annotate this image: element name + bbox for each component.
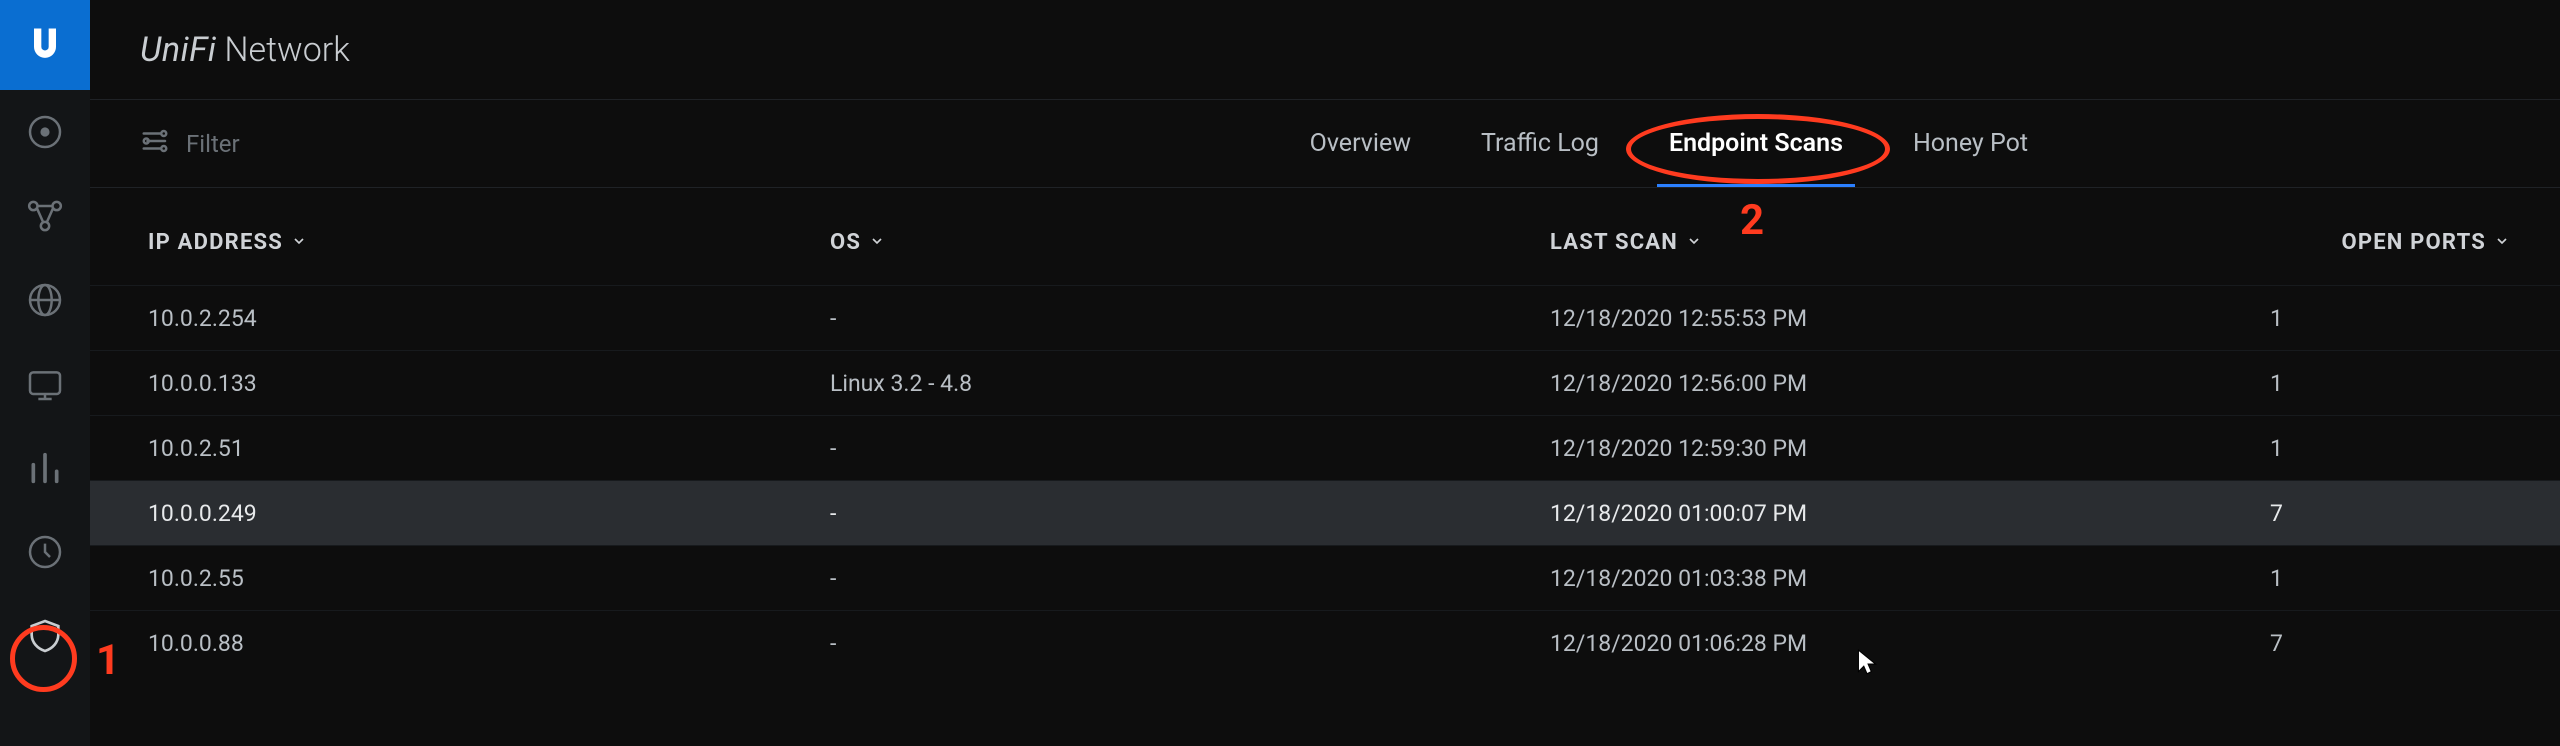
chevron-down-icon (1686, 230, 1702, 255)
devices-icon[interactable] (0, 342, 90, 426)
chevron-down-icon (869, 230, 885, 255)
col-header-last-label: LAST SCAN (1550, 230, 1678, 255)
filter-button[interactable]: Filter (140, 126, 240, 162)
filter-icon (140, 126, 170, 162)
tabs: Overview Traffic Log Endpoint Scans Hone… (1310, 101, 2028, 186)
cell-ip: 10.0.0.249 (140, 500, 830, 527)
table-row[interactable]: 10.0.2.254-12/18/2020 12:55:53 PM1 (90, 285, 2560, 350)
col-header-os[interactable]: OS (830, 230, 1550, 255)
col-header-ip-label: IP ADDRESS (148, 230, 283, 255)
cell-last-scan: 12/18/2020 01:03:38 PM (1550, 565, 2270, 592)
table-row[interactable]: 10.0.2.55-12/18/2020 01:03:38 PM1 (90, 545, 2560, 610)
activity-icon[interactable] (0, 510, 90, 594)
table-row[interactable]: 10.0.2.51-12/18/2020 12:59:30 PM1 (90, 415, 2560, 480)
cell-ip: 10.0.0.88 (140, 630, 830, 657)
cell-open-ports: 7 (2270, 500, 2510, 527)
table-row[interactable]: 10.0.0.88-12/18/2020 01:06:28 PM7 (90, 610, 2560, 675)
cell-os: - (830, 500, 1550, 527)
table: IP ADDRESS OS LAST SCAN OPEN PORTS (90, 188, 2560, 746)
brand: UniFi Network (140, 30, 350, 70)
cell-ip: 10.0.0.133 (140, 370, 830, 397)
cell-ip: 10.0.2.51 (140, 435, 830, 462)
table-body: 10.0.2.254-12/18/2020 12:55:53 PM110.0.0… (90, 285, 2560, 675)
topology-icon[interactable] (0, 174, 90, 258)
brand-name: UniFi (140, 30, 216, 70)
sidebar (0, 0, 90, 746)
cell-os: - (830, 435, 1550, 462)
tab-honey-pot[interactable]: Honey Pot (1913, 101, 2028, 186)
dashboard-icon[interactable] (0, 90, 90, 174)
cell-last-scan: 12/18/2020 12:59:30 PM (1550, 435, 2270, 462)
tab-endpoint-scans[interactable]: Endpoint Scans (1669, 101, 1843, 186)
unifi-logo[interactable] (0, 0, 90, 90)
table-row[interactable]: 10.0.0.133Linux 3.2 - 4.812/18/2020 12:5… (90, 350, 2560, 415)
main-content: UniFi Network Filter Overview Traffic Lo… (90, 0, 2560, 746)
cell-open-ports: 7 (2270, 630, 2510, 657)
threat-shield-icon[interactable] (0, 594, 90, 678)
stats-icon[interactable] (0, 426, 90, 510)
cell-os: - (830, 305, 1550, 332)
cell-os: - (830, 630, 1550, 657)
cell-open-ports: 1 (2270, 435, 2510, 462)
col-header-ip[interactable]: IP ADDRESS (140, 230, 830, 255)
cell-last-scan: 12/18/2020 01:00:07 PM (1550, 500, 2270, 527)
cell-last-scan: 12/18/2020 12:56:00 PM (1550, 370, 2270, 397)
table-header: IP ADDRESS OS LAST SCAN OPEN PORTS (90, 188, 2560, 285)
subheader: Filter Overview Traffic Log Endpoint Sca… (90, 100, 2560, 188)
tab-overview[interactable]: Overview (1310, 101, 1411, 186)
topbar: UniFi Network (90, 0, 2560, 100)
col-header-last-scan[interactable]: LAST SCAN (1550, 230, 2270, 255)
cell-ip: 10.0.2.55 (140, 565, 830, 592)
tab-traffic-log[interactable]: Traffic Log (1481, 101, 1599, 186)
cell-open-ports: 1 (2270, 565, 2510, 592)
col-header-ports-label: OPEN PORTS (2341, 230, 2486, 255)
col-header-open-ports[interactable]: OPEN PORTS (2270, 230, 2510, 255)
cell-last-scan: 12/18/2020 01:06:28 PM (1550, 630, 2270, 657)
chevron-down-icon (2494, 230, 2510, 255)
chevron-down-icon (291, 230, 307, 255)
cell-last-scan: 12/18/2020 12:55:53 PM (1550, 305, 2270, 332)
cell-open-ports: 1 (2270, 305, 2510, 332)
brand-sub: Network (224, 30, 350, 70)
filter-label: Filter (186, 130, 240, 158)
cell-os: Linux 3.2 - 4.8 (830, 370, 1550, 397)
cell-os: - (830, 565, 1550, 592)
globe-icon[interactable] (0, 258, 90, 342)
table-row[interactable]: 10.0.0.249-12/18/2020 01:00:07 PM7 (90, 480, 2560, 545)
col-header-os-label: OS (830, 230, 861, 255)
cell-ip: 10.0.2.254 (140, 305, 830, 332)
cell-open-ports: 1 (2270, 370, 2510, 397)
